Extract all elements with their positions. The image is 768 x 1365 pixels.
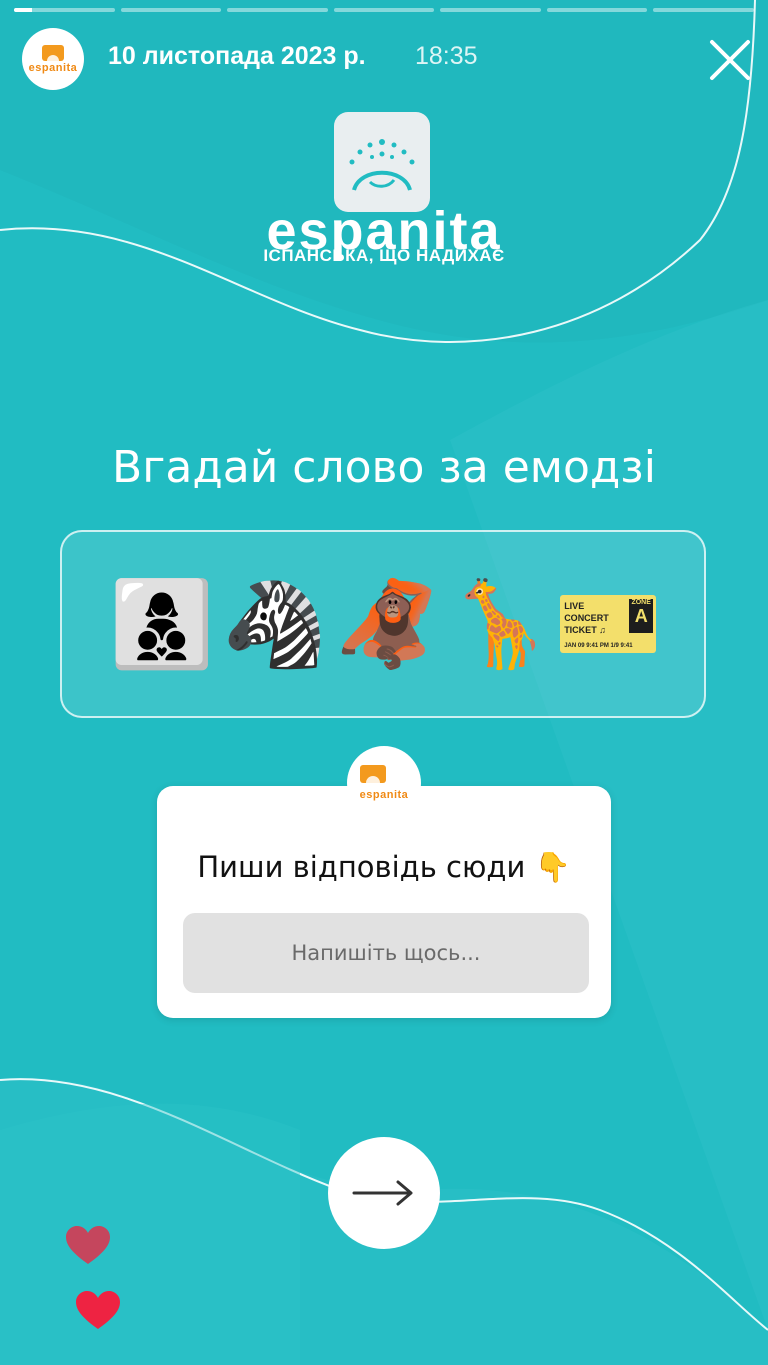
sticker-avatar: espanita xyxy=(347,746,421,820)
close-icon[interactable] xyxy=(708,38,752,82)
espanita-logo-small: espanita xyxy=(359,764,409,802)
arrow-right-icon xyxy=(352,1180,413,1206)
ticket-line: TICKET ♫ xyxy=(564,625,606,635)
giraffe-emoji: 🦒 xyxy=(447,575,553,673)
sticker-brand-text: espanita xyxy=(359,788,409,801)
progress-segment xyxy=(440,8,541,12)
profile-avatar[interactable]: espanita xyxy=(22,28,84,90)
espanita-logo-small: espanita xyxy=(28,44,78,74)
espanita-sun-logo xyxy=(334,112,430,212)
progress-segment xyxy=(120,8,222,12)
story-date: 10 листопада 2023 р. xyxy=(108,42,366,70)
ticket-zone-value: A xyxy=(634,606,648,626)
concert-ticket-emoji: LIVE CONCERT TICKET ♫ ZONE A JAN 09 9:41… xyxy=(560,595,657,653)
family-emoji: 👩‍👦‍👦 xyxy=(109,575,215,673)
progress-segment xyxy=(14,8,115,12)
heart-icon[interactable] xyxy=(66,1226,110,1270)
progress-segment xyxy=(227,8,328,12)
brand-tagline: ІСПАНСЬКА, ЩО НАДИХАЄ xyxy=(263,246,505,265)
ticket-zone: ZONE A xyxy=(629,599,654,633)
emoji-riddle-box: 👩‍👦‍👦 🦓 🦧 🦒 LIVE CONCERT TICKET ♫ ZONE A… xyxy=(60,530,706,718)
orangutan-emoji: 🦧 xyxy=(335,575,440,673)
ticket-zone-label: ZONE xyxy=(631,599,651,606)
ticket-line: CONCERT xyxy=(564,613,609,623)
story-title: Вгадай слово за емодзі xyxy=(112,442,656,493)
answer-input[interactable] xyxy=(183,913,589,993)
heart-icon[interactable] xyxy=(76,1291,120,1335)
next-button[interactable] xyxy=(328,1137,440,1249)
progress-segment xyxy=(653,8,755,12)
ticket-footer: JAN 09 9:41 PM 1/9 9:41 xyxy=(564,643,633,649)
story-time: 18:35 xyxy=(415,42,478,70)
progress-segment xyxy=(546,8,648,12)
question-sticker: Пиши відповідь сюди 👇 xyxy=(157,786,611,1018)
avatar-brand-text: espanita xyxy=(28,61,78,74)
question-prompt: Пиши відповідь сюди 👇 xyxy=(197,850,571,884)
ticket-line: LIVE xyxy=(564,601,585,611)
story-progress xyxy=(14,8,755,12)
progress-segment xyxy=(333,8,435,12)
zebra-emoji: 🦓 xyxy=(222,575,327,673)
